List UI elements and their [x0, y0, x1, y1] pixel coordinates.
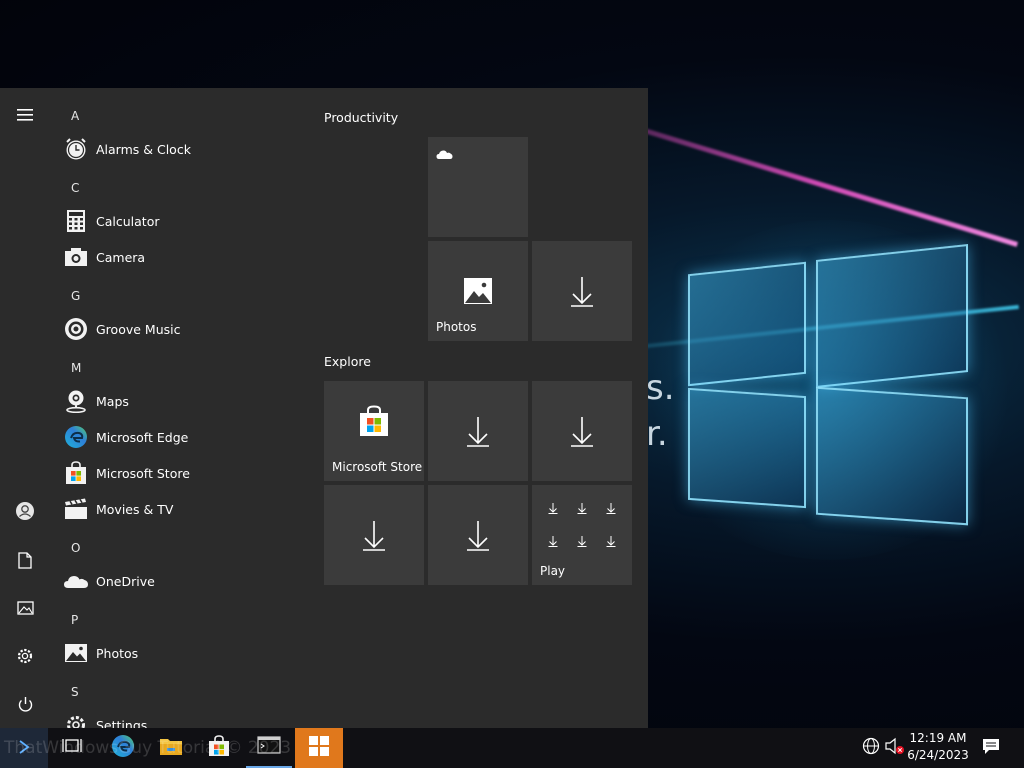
download-icon — [548, 502, 558, 514]
desktop-text-fragment: s. — [646, 368, 675, 408]
app-camera[interactable]: Camera — [63, 242, 303, 272]
user-account-icon[interactable] — [12, 498, 38, 524]
tile-photos[interactable]: Photos — [428, 241, 528, 341]
edge-icon — [63, 424, 89, 450]
app-label: Microsoft Store — [96, 465, 190, 481]
letter-header[interactable]: C — [71, 181, 79, 195]
tutorial-watermark: ThatWindowsGuy Tutorial © 2023 — [4, 738, 292, 758]
app-label: Maps — [96, 393, 129, 409]
download-icon — [428, 485, 528, 585]
store-icon — [63, 460, 89, 486]
app-photos[interactable]: Photos — [63, 638, 303, 668]
tile-label: Microsoft Store — [332, 460, 423, 474]
store-icon — [324, 371, 424, 471]
app-label: OneDrive — [96, 573, 155, 589]
maps-icon — [63, 388, 89, 414]
download-icon — [532, 241, 632, 341]
windows-logo-icon — [309, 736, 329, 760]
wallpaper-window-pane — [816, 244, 968, 388]
action-center-button[interactable] — [978, 728, 1004, 768]
play-folder-grid — [538, 491, 626, 557]
volume-muted-icon — [885, 737, 905, 759]
network-tray-button[interactable] — [860, 728, 882, 768]
download-icon — [548, 535, 558, 547]
alarm-clock-icon — [63, 136, 89, 162]
letter-header[interactable]: M — [71, 361, 81, 375]
calculator-icon — [63, 208, 89, 234]
letter-header[interactable]: G — [71, 289, 80, 303]
app-list: A Alarms & Clock C Calculator Camera G G… — [48, 88, 308, 728]
tile-label: Play — [540, 564, 566, 578]
download-icon — [577, 535, 587, 547]
download-icon — [606, 502, 616, 514]
clock-date: 6/24/2023 — [907, 748, 969, 762]
movies-tv-icon — [63, 496, 89, 522]
letter-header[interactable]: P — [71, 613, 78, 627]
app-calculator[interactable]: Calculator — [63, 206, 303, 236]
tile-download-placeholder[interactable] — [428, 485, 528, 585]
power-icon[interactable] — [12, 691, 38, 717]
download-icon — [577, 502, 587, 514]
tile-label: Photos — [436, 320, 477, 334]
app-onedrive[interactable]: OneDrive — [63, 566, 303, 596]
app-label: Camera — [96, 249, 146, 265]
app-label: Photos — [96, 645, 139, 661]
start-rail — [0, 88, 48, 728]
photos-icon — [63, 640, 89, 666]
app-maps[interactable]: Maps — [63, 386, 303, 416]
letter-header[interactable]: O — [71, 541, 80, 555]
settings-icon — [63, 712, 89, 728]
app-settings[interactable]: Settings — [63, 710, 303, 728]
taskbar-clock[interactable]: 12:19 AM 6/24/2023 — [903, 730, 973, 764]
hamburger-menu-icon[interactable] — [12, 102, 38, 128]
app-label: Settings — [96, 717, 148, 729]
tile-microsoft-store[interactable]: Microsoft Store — [324, 381, 424, 481]
tile-download-placeholder[interactable] — [324, 485, 424, 585]
onedrive-icon — [63, 568, 89, 594]
download-icon — [606, 535, 616, 547]
app-label: Movies & TV — [96, 501, 174, 517]
app-label: Calculator — [96, 213, 160, 229]
download-icon — [324, 485, 424, 585]
app-label: Microsoft Edge — [96, 429, 189, 445]
notification-icon — [982, 738, 1000, 759]
documents-icon[interactable] — [12, 547, 38, 573]
tile-onedrive[interactable] — [428, 137, 528, 237]
settings-gear-icon[interactable] — [12, 643, 38, 669]
app-microsoft-edge[interactable]: Microsoft Edge — [63, 422, 303, 452]
app-microsoft-store[interactable]: Microsoft Store — [63, 458, 303, 488]
download-icon — [428, 381, 528, 481]
pictures-icon[interactable] — [12, 595, 38, 621]
app-movies-tv[interactable]: Movies & TV — [63, 494, 303, 524]
tile-download-placeholder[interactable] — [428, 381, 528, 481]
tile-group-title[interactable]: Productivity — [324, 110, 398, 125]
onedrive-icon — [436, 145, 453, 164]
clock-time: 12:19 AM — [909, 731, 967, 745]
app-alarms-clock[interactable]: Alarms & Clock — [63, 134, 303, 164]
tile-download-placeholder[interactable] — [532, 381, 632, 481]
letter-header[interactable]: A — [71, 109, 79, 123]
network-globe-icon — [862, 737, 880, 759]
wallpaper-window-pane — [688, 261, 806, 387]
start-menu: A Alarms & Clock C Calculator Camera G G… — [0, 88, 648, 728]
camera-icon — [63, 244, 89, 270]
app-label: Groove Music — [96, 321, 181, 337]
taskbar-active-windows-button[interactable] — [295, 728, 343, 768]
wallpaper-window-pane — [688, 387, 806, 509]
desktop-text-fragment: r. — [646, 414, 668, 454]
app-groove-music[interactable]: Groove Music — [63, 314, 303, 344]
tile-group-title[interactable]: Explore — [324, 354, 371, 369]
tile-download-placeholder[interactable] — [532, 241, 632, 341]
download-icon — [532, 381, 632, 481]
tile-play-folder[interactable]: Play — [532, 485, 632, 585]
groove-music-icon — [63, 316, 89, 342]
letter-header[interactable]: S — [71, 685, 79, 699]
app-label: Alarms & Clock — [96, 141, 191, 157]
wallpaper-window-pane — [816, 386, 968, 526]
